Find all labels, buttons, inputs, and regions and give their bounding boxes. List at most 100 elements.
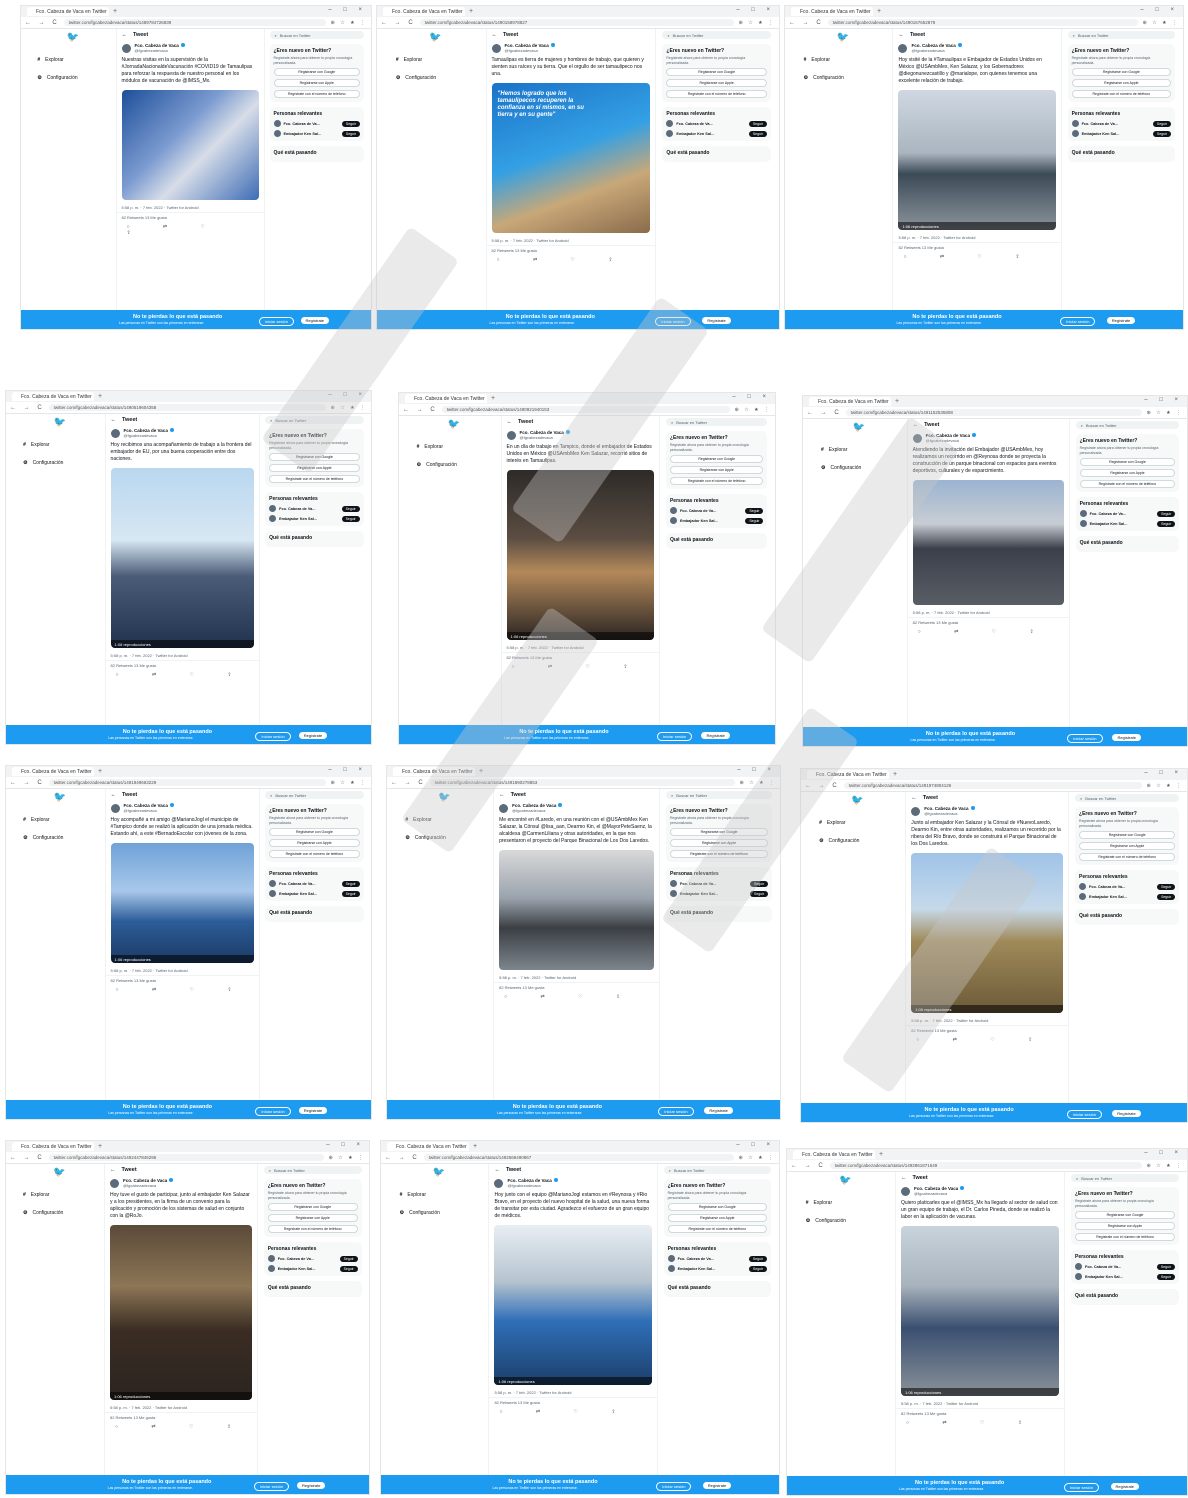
follow-button[interactable]: Seguir [1152, 120, 1172, 127]
nav-buttons[interactable]: ← → C [789, 20, 824, 26]
new-tab-button[interactable]: + [491, 395, 495, 402]
browser-tab[interactable]: Fco. Cabeza de Vaca en Twitter [807, 770, 889, 779]
tweet-video[interactable]: 1:06 reproducciones [110, 1225, 253, 1400]
search-input[interactable]: ⌕ Buscar en Twitter [665, 418, 768, 426]
follow-button[interactable]: Seguir [748, 1265, 768, 1272]
apple-signup-button[interactable]: Registrarse con Apple [269, 464, 360, 472]
window-controls[interactable]: – □ × [736, 1142, 775, 1148]
back-arrow-icon[interactable]: ← [122, 32, 128, 38]
browser-tools-icon[interactable]: ⊕ ☆ ★ ⋮ [1147, 783, 1183, 789]
phone-signup-button[interactable]: Regístrate con el número de teléfono [667, 1225, 768, 1233]
twitter-logo-icon[interactable]: 🐦 [67, 32, 79, 43]
tweet-actions[interactable]: ○ ⇄ ♡ ⇪ [105, 1422, 257, 1432]
tweet-author[interactable]: Fco. Cabeza de Vaca @fgcabezadevaca [105, 1176, 257, 1190]
sidebar-item-settings[interactable]: ⚙ Configuración [396, 75, 436, 81]
author-handle[interactable]: @fgcabezadevaca [926, 438, 976, 443]
tweet-author[interactable]: Fco. Cabeza de Vaca @fgcabezadevaca [489, 1176, 656, 1190]
apple-signup-button[interactable]: Registrarse con Apple [669, 466, 764, 474]
relevant-person[interactable]: Fco. Cabeza de Va... Seguir [666, 120, 767, 127]
author-handle[interactable]: @fgcabezadevaca [507, 1183, 557, 1188]
register-button[interactable]: Regístrate [298, 1107, 328, 1114]
avatar[interactable] [1075, 1263, 1082, 1270]
google-signup-button[interactable]: Registrarse con Google [273, 68, 360, 76]
sidebar-item-settings[interactable]: ⚙ Configuración [804, 75, 844, 81]
browser-tab[interactable]: Fco. Cabeza de Vaca en Twitter [387, 1142, 469, 1151]
avatar[interactable] [669, 517, 677, 524]
url-field[interactable]: twitter.com/fgcabezadevaca/status/149256… [423, 1154, 734, 1161]
follow-button[interactable]: Seguir [339, 1255, 358, 1262]
url-field[interactable]: twitter.com/fgcabezadevaca/status/149197… [843, 782, 1142, 789]
avatar[interactable] [667, 1255, 675, 1262]
twitter-logo-icon[interactable]: 🐦 [53, 792, 65, 803]
google-signup-button[interactable]: Registrarse con Google [269, 453, 360, 461]
tweet-video[interactable]: 1:06 reproducciones [911, 853, 1064, 1013]
follow-button[interactable]: Seguir [339, 1265, 358, 1272]
new-tab-button[interactable]: + [895, 398, 899, 405]
relevant-person[interactable]: Embajador Ken Sal... Seguir [666, 130, 767, 137]
relevant-person[interactable]: Embajador Ken Sal... Seguir [1079, 893, 1176, 900]
search-input[interactable]: ⌕ Buscar en Twitter [265, 416, 364, 424]
register-button[interactable]: Regístrate [297, 1482, 326, 1489]
google-signup-button[interactable]: Registrarse con Google [669, 455, 764, 463]
url-field[interactable]: twitter.com/fgcabezadevaca/status/149286… [829, 1162, 1142, 1169]
register-button[interactable]: Regístrate [1110, 1483, 1139, 1490]
new-tab-button[interactable]: + [98, 768, 102, 775]
author-handle[interactable]: @fgcabezadevaca [135, 48, 185, 53]
tweet-actions[interactable]: ○ ⇄ ♡ ⇪ [106, 985, 259, 995]
avatar[interactable] [898, 43, 908, 53]
browser-tab[interactable]: Fco. Cabeza de Vaca en Twitter [12, 392, 94, 401]
register-button[interactable]: Regístrate [1112, 734, 1141, 741]
avatar[interactable] [499, 803, 509, 813]
google-signup-button[interactable]: Registrarse con Google [670, 828, 769, 836]
avatar[interactable] [491, 43, 501, 53]
tweet-actions[interactable]: ○ ⇄ ♡ ⇪ [106, 670, 259, 680]
relevant-person[interactable]: Embajador Ken Sal... Seguir [269, 890, 360, 897]
register-button[interactable]: Regístrate [702, 1482, 732, 1489]
sidebar-item-explore[interactable]: # Explorar [819, 820, 845, 826]
login-button[interactable]: Iniciar sesión [253, 1482, 290, 1491]
tweet-actions[interactable]: ○ ⇄ ♡ ⇪ [908, 627, 1069, 637]
browser-tools-icon[interactable]: ⊕ ☆ ★ ⋮ [1143, 20, 1179, 26]
tweet-author[interactable]: Fco. Cabeza de Vaca @fgcabezadevaca [106, 426, 259, 440]
back-arrow-icon[interactable]: ← [111, 792, 117, 798]
tweet-author[interactable]: Fco. Cabeza de Vaca @fgcabezadevaca [487, 41, 656, 55]
login-button[interactable]: Iniciar sesión [656, 732, 693, 741]
google-signup-button[interactable]: Registrarse con Google [1071, 68, 1172, 76]
nav-buttons[interactable]: ← → C [805, 783, 840, 789]
twitter-logo-icon[interactable]: 🐦 [429, 32, 441, 43]
sidebar-item-explore[interactable]: # Explorar [23, 442, 49, 448]
avatar[interactable] [267, 1255, 275, 1262]
follow-button[interactable]: Seguir [750, 890, 769, 897]
follow-button[interactable]: Seguir [341, 880, 360, 887]
relevant-person[interactable]: Embajador Ken Sal... Seguir [1079, 520, 1176, 527]
relevant-person[interactable]: Fco. Cabeza de Va... Seguir [1075, 1263, 1175, 1270]
search-input[interactable]: ⌕ Buscar en Twitter [269, 31, 364, 39]
tweet-author[interactable]: Fco. Cabeza de Vaca @fgcabezadevaca [106, 801, 259, 815]
avatar[interactable] [269, 890, 277, 897]
relevant-person[interactable]: Fco. Cabeza de Va... Seguir [273, 120, 360, 127]
browser-tools-icon[interactable]: ⊕ ☆ ★ ⋮ [739, 1155, 775, 1161]
follow-button[interactable]: Seguir [1157, 883, 1176, 890]
login-button[interactable]: Iniciar sesión [1066, 1110, 1103, 1119]
window-controls[interactable]: – □ × [1144, 397, 1183, 403]
twitter-logo-icon[interactable]: 🐦 [438, 792, 450, 803]
login-button[interactable]: Iniciar sesión [658, 1107, 694, 1116]
login-button[interactable]: Iniciar sesión [258, 317, 294, 326]
browser-tab[interactable]: Fco. Cabeza de Vaca en Twitter [405, 394, 487, 403]
nav-buttons[interactable]: ← → C [381, 20, 416, 26]
nav-buttons[interactable]: ← → C [25, 20, 60, 26]
sidebar-item-explore[interactable]: # Explorar [23, 1192, 49, 1198]
phone-signup-button[interactable]: Regístrate con el número de teléfono [269, 850, 360, 858]
relevant-person[interactable]: Embajador Ken Sal... Seguir [670, 890, 769, 897]
apple-signup-button[interactable]: Registrarse con Apple [1075, 1222, 1175, 1230]
apple-signup-button[interactable]: Registrarse con Apple [1079, 842, 1176, 850]
apple-signup-button[interactable]: Registrarse con Apple [667, 1214, 768, 1222]
browser-tools-icon[interactable]: ⊕ ☆ ★ ⋮ [739, 20, 775, 26]
sidebar-item-explore[interactable]: # Explorar [400, 1192, 426, 1198]
tweet-author[interactable]: Fco. Cabeza de Vaca @fgcabezadevaca [908, 431, 1069, 445]
tweet-video[interactable]: 1:06 reproducciones [898, 90, 1056, 230]
login-button[interactable]: Iniciar sesión [255, 732, 291, 741]
tweet-author[interactable]: Fco. Cabeza de Vaca @fgcabezadevaca [494, 801, 659, 815]
browser-tools-icon[interactable]: ⊕ ☆ ★ ⋮ [331, 20, 367, 26]
avatar[interactable] [1071, 130, 1079, 137]
